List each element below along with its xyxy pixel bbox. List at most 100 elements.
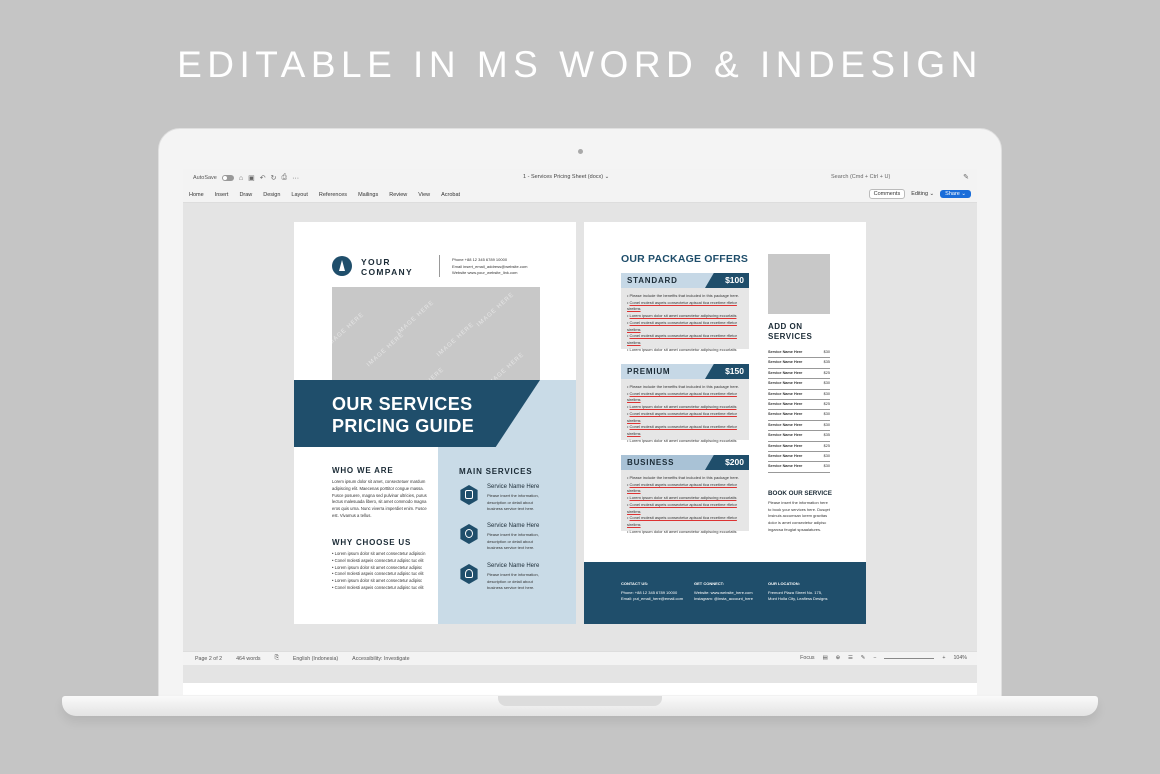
undo-icon[interactable]: ↶ [260,174,266,182]
autosave-label: AutoSave [193,175,217,181]
zoom-out-icon[interactable]: − [873,655,876,661]
addon-row: Service Name Here $30 [768,348,830,359]
web-layout-icon[interactable]: ⊕ [836,655,840,661]
list-item: • Conel molesti aspeis consectetur adipi… [332,584,424,590]
footer-connect: GET CONNECT: Website: www.website_here.c… [694,581,753,601]
page-footer: CONTACT US: Phone: +88 12 345 6789 10000… [584,562,866,624]
tab-draw[interactable]: Draw [239,192,252,198]
editing-button[interactable]: Editing ⌄ [911,191,934,197]
focus-button[interactable]: Focus [800,655,814,661]
tab-references[interactable]: References [319,192,347,198]
tab-review[interactable]: Review [389,192,407,198]
service-desc: Please insert the information, descriptio… [487,532,539,550]
zoom-slider[interactable] [884,657,935,659]
camera-icon [578,149,583,154]
contact-line: Website www.your_website_link.com [452,270,518,275]
accessibility-status[interactable]: Accessibility: Investigate [352,656,409,662]
text-line: Fusce posuere, magna sed pulvinar ultric… [332,492,427,498]
home-icon[interactable]: ⌂ [239,175,243,182]
package-name: STANDARD [627,276,678,285]
package-card: BUSINESS $200 • Please include the benef… [621,455,749,534]
placeholder-label: IMAGE HERE [332,311,366,349]
addon-row: Service Name Here $30 [768,410,830,421]
draft-icon[interactable]: ✎ [861,655,865,661]
addon-row: Service Name Here $30 [768,390,830,400]
list-item: • Lorem ipsum dolor sit amet consectetur… [332,564,423,570]
zoom-in-icon[interactable]: + [942,655,945,661]
service-desc: Please insert the information, descriptio… [487,572,539,590]
print-layout-icon[interactable]: ▤ [823,655,828,661]
outline-icon[interactable]: ☰ [848,655,853,661]
header-contact: Phone +88 12 345 6789 10000 Email insert… [452,257,527,277]
comments-button[interactable]: Comments [868,189,906,199]
headline: EDITABLE IN MS WORD & INDESIGN [177,44,983,85]
addon-row: Service Name Here $35 [768,358,830,369]
document-canvas[interactable]: YOUR COMPANY Phone +88 12 345 6789 10000… [183,203,977,683]
service-name: Service Name Here [487,563,540,569]
placeholder-label: IMAGE HERE [476,291,516,329]
text-line: est. Vivamus a tellus. [332,512,372,518]
word-window: AutoSave ⌂ ▣ ↶ ↻ ⎙ ··· 1 - Services Pric… [183,169,977,695]
list-item: • Lorem ipsum dolor sit amet consectetur… [332,551,426,556]
share-button[interactable]: Share ⌄ [940,190,971,198]
print-icon[interactable]: ⎙ [281,174,287,182]
page-title: OUR SERVICES PRICING GUIDE [332,393,474,437]
page-1: YOUR COMPANY Phone +88 12 345 6789 10000… [294,222,576,624]
autosave-toggle[interactable] [221,175,234,181]
package-name: BUSINESS [627,458,675,467]
company-logo-icon [332,256,352,276]
addon-image-placeholder [768,254,830,314]
package-features: • Please include the benefits that inclu… [627,293,740,352]
addon-row: Service Name Here $30 [768,421,830,432]
tab-home[interactable]: Home [189,192,204,198]
packages-heading: OUR PACKAGE OFFERS [621,253,749,265]
redo-icon[interactable]: ↻ [271,174,277,182]
ribbon-tabs: Home Insert Draw Design Layout Reference… [183,187,977,203]
service-name: Service Name Here [487,523,540,529]
save-icon[interactable]: ▣ [248,174,255,182]
pen-icon[interactable]: ✎ [963,173,969,181]
list-item: • Conel molesti aspeis consectetur adipi… [332,557,424,563]
tab-insert[interactable]: Insert [215,192,229,198]
placeholder-label: IMAGE HERE [366,331,406,369]
package-card: STANDARD $100 • Please include the benef… [621,273,749,352]
service-desc: Please insert the information, descriptio… [487,493,539,511]
proofing-icon[interactable]: ⎘ [275,655,279,662]
search-input[interactable]: Search (Cmd + Ctrl + U) [831,174,890,180]
footer-location: OUR LOCATION: Fremont Plaza Street No. 1… [768,581,828,601]
language-indicator[interactable]: English (Indonesia) [293,656,338,662]
service-name: Service Name Here [487,484,540,490]
tab-view[interactable]: View [418,192,430,198]
zoom-level[interactable]: 104% [953,655,967,661]
title-line-2: PRICING GUIDE [332,416,475,436]
more-icon[interactable]: ··· [292,175,299,182]
word-count[interactable]: 464 words [236,656,260,662]
book-heading: BOOK OUR SERVICE [768,490,832,497]
text-line: lectus malesuada libero, sit amet commod… [332,499,427,505]
company-name: YOUR COMPANY [361,257,413,277]
addon-row: Service Name Here $25 [768,442,830,452]
page-2: OUR PACKAGE OFFERS STANDARD $100 • Pleas… [584,222,866,624]
status-bar: Page 2 of 2 464 words ⎘ English (Indones… [183,651,977,665]
placeholder-label: IMAGE HERE [436,321,476,359]
document-title[interactable]: 1 - Services Pricing Sheet (docx) ⌄ [523,174,609,180]
list-item: • Lorem ipsum dolor sit amet consectetur… [332,578,423,584]
tab-mailings[interactable]: Mailings [358,192,378,198]
page-count[interactable]: Page 2 of 2 [195,656,222,662]
package-name: PREMIUM [627,367,671,376]
addon-row: Service Name Here $25 [768,369,830,380]
laptop-lid: AutoSave ⌂ ▣ ↶ ↻ ⎙ ··· 1 - Services Pric… [158,128,1002,700]
package-card: PREMIUM $150 • Please include the benefi… [621,364,749,443]
footer-contact: CONTACT US: Phone: +88 12 345 6789 10000… [621,581,684,601]
why-list: • Lorem ipsum dolor sit amet consectetur… [332,551,432,592]
placeholder-label: IMAGE HERE [396,299,436,337]
package-features: • Please include the benefits that inclu… [627,384,740,443]
text-line: eros quis urna. Nunc viverra imperdiet e… [332,506,427,512]
tab-acrobat[interactable]: Acrobat [441,192,460,198]
addon-row: Service Name Here $35 [768,431,830,442]
package-features: • Please include the benefits that inclu… [627,475,740,534]
tab-layout[interactable]: Layout [291,192,308,198]
tab-design[interactable]: Design [263,192,280,198]
text-line: Lorem ipsum dolor sit amet, consectetuer… [332,479,426,484]
divider [439,255,440,277]
